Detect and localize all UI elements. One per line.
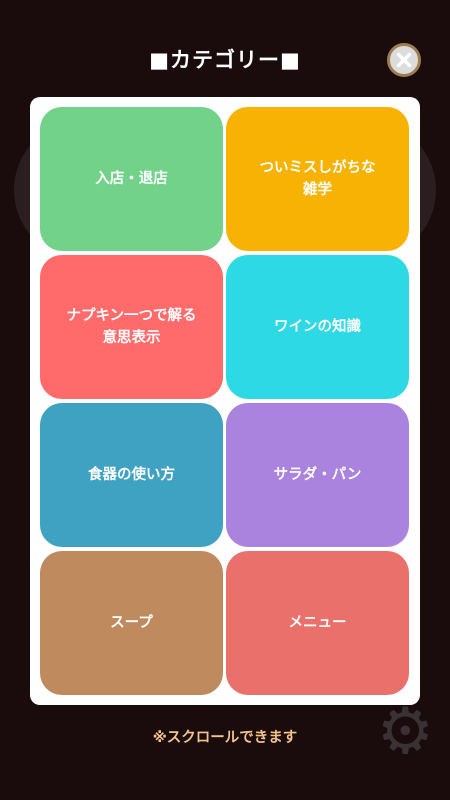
page-title: ■カテゴリー■ — [149, 48, 301, 72]
category-tile-napkin-signals[interactable]: ナプキン一つで解る 意思表示 — [40, 255, 223, 399]
category-tile-soup[interactable]: スープ — [40, 551, 223, 695]
category-tile-salad-bread[interactable]: サラダ・パン — [226, 403, 409, 547]
category-panel: 入店・退店 ついミスしがちな 雑学 ナプキン一つで解る 意思表示 ワインの知識 … — [30, 97, 420, 705]
close-icon — [396, 52, 412, 68]
category-tile-wine-knowledge[interactable]: ワインの知識 — [226, 255, 409, 399]
category-tile-tableware[interactable]: 食器の使い方 — [40, 403, 223, 547]
scroll-hint: ※スクロールできます — [152, 730, 298, 746]
category-tile-menu[interactable]: メニュー — [226, 551, 409, 695]
category-tile-entering-leaving[interactable]: 入店・退店 — [40, 107, 223, 251]
category-tile-common-mistakes[interactable]: ついミスしがちな 雑学 — [226, 107, 409, 251]
close-button[interactable] — [387, 43, 421, 77]
